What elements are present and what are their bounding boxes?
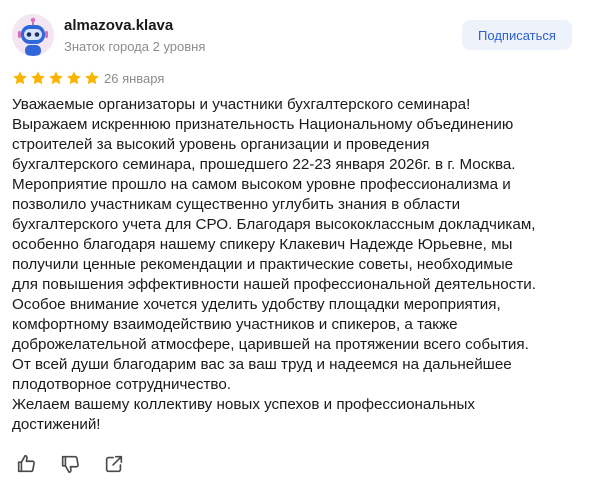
review-line: позволило участникам существенно углубит… (12, 196, 461, 213)
review-line: особенно благодаря нашему спикеру Клакев… (12, 236, 513, 253)
like-button[interactable] (14, 452, 38, 476)
review-line: достижений! (12, 416, 101, 433)
robot-avatar-icon (12, 14, 54, 56)
thumbs-down-icon (61, 455, 79, 474)
review-line: плодотворное сотрудничество. (12, 376, 231, 393)
subscribe-button[interactable]: Подписаться (462, 20, 572, 50)
review-line: Мероприятие прошло на самом высоком уров… (12, 176, 511, 193)
star-icon (85, 71, 99, 85)
avatar[interactable] (12, 14, 54, 56)
author-level: Знаток города 2 уровня (64, 39, 206, 54)
review-line: для повышения эффективности нашей профес… (12, 276, 536, 293)
review-line: получили ценные рекомендации и практичес… (12, 256, 514, 273)
review-line: комфортному взаимодействию участников и … (12, 316, 458, 333)
review-line: бухгалтерского учета для СРО. Благодаря … (12, 216, 536, 233)
star-icon (67, 71, 81, 85)
author-name[interactable]: almazova.klava (64, 17, 173, 34)
star-icon (31, 71, 45, 85)
review-line: Особое внимание хочется уделить удобству… (12, 296, 501, 313)
review-line: Уважаемые организаторы и участники бухга… (12, 96, 471, 113)
star-icon (49, 71, 63, 85)
review-line: Выражаем искреннюю признательность Нацио… (12, 116, 514, 133)
review-card: almazova.klava Знаток города 2 уровня По… (0, 0, 598, 489)
thumbs-up-icon (17, 454, 35, 473)
review-line: Желаем вашему коллективу новых успехов и… (12, 396, 476, 413)
rating-stars (12, 70, 100, 86)
star-icon (13, 71, 27, 85)
review-line: доброжелательной атмосфере, царившей на … (12, 336, 529, 353)
review-line: От всей души благодарим вас за ваш труд … (12, 356, 512, 373)
review-date: 26 января (104, 71, 165, 86)
share-button[interactable] (102, 452, 126, 476)
review-actions (14, 452, 146, 476)
dislike-button[interactable] (58, 452, 82, 476)
share-icon (105, 455, 123, 473)
review-text: Уважаемые организаторы и участники бухга… (12, 95, 592, 435)
review-line: строителей за высокий уровень организаци… (12, 136, 430, 153)
review-line: бухгалтерского семинара, прошедшего 22-2… (12, 156, 516, 173)
